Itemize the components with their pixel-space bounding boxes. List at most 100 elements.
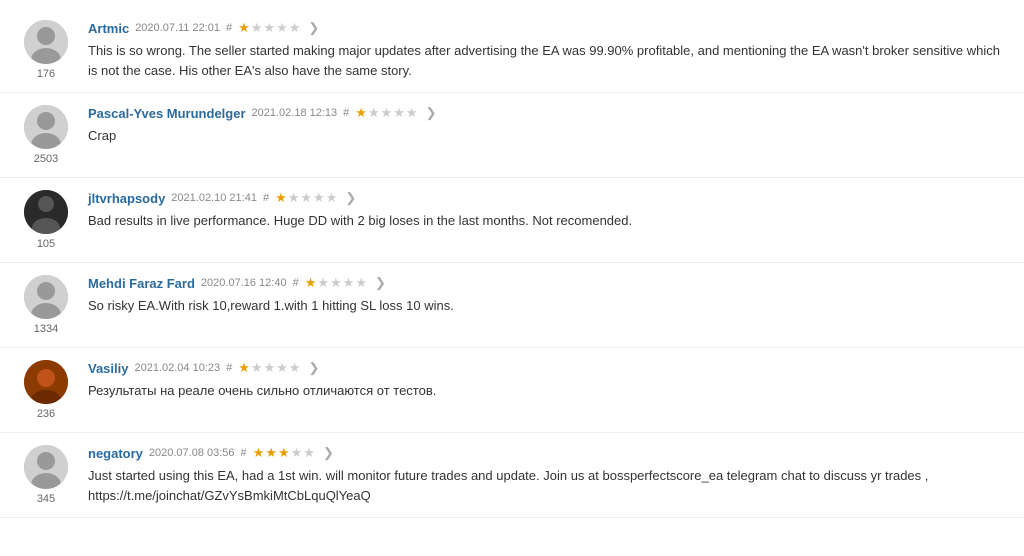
avatar-col: 2503 bbox=[16, 105, 76, 165]
avatar-count: 2503 bbox=[34, 153, 58, 165]
star-icon: ★ bbox=[300, 190, 312, 206]
review-header: Vasiliy 2021.02.04 10:23 # ★★★★★ ❯ bbox=[88, 360, 1008, 376]
review-header: negatory 2020.07.08 03:56 # ★★★★★ ❯ bbox=[88, 445, 1008, 461]
reviewer-name: Vasiliy bbox=[88, 361, 128, 376]
star-rating: ★★★★★ bbox=[275, 190, 337, 206]
review-header: Artmic 2020.07.11 22:01 # ★★★★★ ❯ bbox=[88, 20, 1008, 36]
review-date: 2021.02.04 10:23 bbox=[134, 362, 220, 374]
star-icon: ★ bbox=[278, 445, 290, 461]
share-icon[interactable]: ❯ bbox=[308, 20, 319, 36]
review-item: 176 Artmic 2020.07.11 22:01 # ★★★★★ ❯ Th… bbox=[0, 8, 1024, 93]
review-header: jltvrhapsody 2021.02.10 21:41 # ★★★★★ ❯ bbox=[88, 190, 1008, 206]
star-icon: ★ bbox=[343, 275, 355, 291]
star-icon: ★ bbox=[289, 360, 301, 376]
review-text: This is so wrong. The seller started mak… bbox=[88, 41, 1008, 80]
avatar-col: 176 bbox=[16, 20, 76, 80]
review-hash: # bbox=[226, 22, 232, 34]
star-icon: ★ bbox=[368, 105, 380, 121]
review-date: 2020.07.11 22:01 bbox=[135, 22, 220, 34]
review-body: Mehdi Faraz Fard 2020.07.16 12:40 # ★★★★… bbox=[76, 275, 1008, 316]
review-header: Mehdi Faraz Fard 2020.07.16 12:40 # ★★★★… bbox=[88, 275, 1008, 291]
reviewer-name: jltvrhapsody bbox=[88, 191, 165, 206]
star-icon: ★ bbox=[393, 105, 405, 121]
star-icon: ★ bbox=[330, 275, 342, 291]
review-text: Just started using this EA, had a 1st wi… bbox=[88, 466, 1008, 505]
review-hash: # bbox=[241, 447, 247, 459]
star-icon: ★ bbox=[317, 275, 329, 291]
avatar bbox=[24, 20, 68, 64]
review-item: 2503 Pascal-Yves Murundelger 2021.02.18 … bbox=[0, 93, 1024, 178]
review-date: 2020.07.08 03:56 bbox=[149, 447, 235, 459]
avatar-count: 176 bbox=[37, 68, 55, 80]
star-icon: ★ bbox=[253, 445, 265, 461]
review-date: 2021.02.10 21:41 bbox=[171, 192, 257, 204]
review-date: 2020.07.16 12:40 bbox=[201, 277, 287, 289]
avatar-count: 105 bbox=[37, 238, 55, 250]
share-icon[interactable]: ❯ bbox=[323, 445, 334, 461]
star-icon: ★ bbox=[276, 20, 288, 36]
share-icon[interactable]: ❯ bbox=[309, 360, 320, 376]
review-body: Vasiliy 2021.02.04 10:23 # ★★★★★ ❯ Резул… bbox=[76, 360, 1008, 401]
review-header: Pascal-Yves Murundelger 2021.02.18 12:13… bbox=[88, 105, 1008, 121]
star-icon: ★ bbox=[381, 105, 393, 121]
share-icon[interactable]: ❯ bbox=[375, 275, 386, 291]
avatar bbox=[24, 105, 68, 149]
avatar-count: 345 bbox=[37, 493, 55, 505]
review-hash: # bbox=[263, 192, 269, 204]
avatar-col: 1334 bbox=[16, 275, 76, 335]
review-hash: # bbox=[226, 362, 232, 374]
review-body: Artmic 2020.07.11 22:01 # ★★★★★ ❯ This i… bbox=[76, 20, 1008, 80]
review-text: Bad results in live performance. Huge DD… bbox=[88, 211, 1008, 231]
star-icon: ★ bbox=[264, 360, 276, 376]
star-rating: ★★★★★ bbox=[305, 275, 367, 291]
star-icon: ★ bbox=[265, 445, 277, 461]
avatar-col: 105 bbox=[16, 190, 76, 250]
star-rating: ★★★★★ bbox=[238, 360, 300, 376]
review-text: Результаты на реале очень сильно отличаю… bbox=[88, 381, 1008, 401]
star-rating: ★★★★★ bbox=[238, 20, 300, 36]
review-hash: # bbox=[293, 277, 299, 289]
review-hash: # bbox=[343, 107, 349, 119]
star-icon: ★ bbox=[251, 20, 263, 36]
avatar bbox=[24, 190, 68, 234]
star-icon: ★ bbox=[303, 445, 315, 461]
star-icon: ★ bbox=[355, 105, 367, 121]
star-icon: ★ bbox=[326, 190, 338, 206]
star-icon: ★ bbox=[238, 20, 250, 36]
review-text: Crap bbox=[88, 126, 1008, 146]
avatar-count: 1334 bbox=[34, 323, 58, 335]
share-icon[interactable]: ❯ bbox=[426, 105, 437, 121]
reviewer-name: negatory bbox=[88, 446, 143, 461]
star-icon: ★ bbox=[251, 360, 263, 376]
star-icon: ★ bbox=[291, 445, 303, 461]
review-date: 2021.02.18 12:13 bbox=[252, 107, 338, 119]
reviewer-name: Mehdi Faraz Fard bbox=[88, 276, 195, 291]
avatar-col: 236 bbox=[16, 360, 76, 420]
review-body: Pascal-Yves Murundelger 2021.02.18 12:13… bbox=[76, 105, 1008, 146]
star-rating: ★★★★★ bbox=[253, 445, 315, 461]
avatar bbox=[24, 445, 68, 489]
avatar-count: 236 bbox=[37, 408, 55, 420]
review-text: So risky EA.With risk 10,reward 1.with 1… bbox=[88, 296, 1008, 316]
star-icon: ★ bbox=[263, 20, 275, 36]
reviews-container: 176 Artmic 2020.07.11 22:01 # ★★★★★ ❯ Th… bbox=[0, 0, 1024, 526]
reviewer-name: Artmic bbox=[88, 21, 129, 36]
reviewer-name: Pascal-Yves Murundelger bbox=[88, 106, 246, 121]
star-icon: ★ bbox=[238, 360, 250, 376]
review-item: 1334 Mehdi Faraz Fard 2020.07.16 12:40 #… bbox=[0, 263, 1024, 348]
avatar bbox=[24, 360, 68, 404]
star-icon: ★ bbox=[305, 275, 317, 291]
avatar-col: 345 bbox=[16, 445, 76, 505]
star-icon: ★ bbox=[406, 105, 418, 121]
review-body: jltvrhapsody 2021.02.10 21:41 # ★★★★★ ❯ … bbox=[76, 190, 1008, 231]
star-icon: ★ bbox=[289, 20, 301, 36]
review-body: negatory 2020.07.08 03:56 # ★★★★★ ❯ Just… bbox=[76, 445, 1008, 505]
star-icon: ★ bbox=[355, 275, 367, 291]
star-icon: ★ bbox=[275, 190, 287, 206]
review-item: 105 jltvrhapsody 2021.02.10 21:41 # ★★★★… bbox=[0, 178, 1024, 263]
avatar bbox=[24, 275, 68, 319]
share-icon[interactable]: ❯ bbox=[345, 190, 356, 206]
review-item: 345 negatory 2020.07.08 03:56 # ★★★★★ ❯ … bbox=[0, 433, 1024, 518]
star-icon: ★ bbox=[288, 190, 300, 206]
star-rating: ★★★★★ bbox=[355, 105, 417, 121]
